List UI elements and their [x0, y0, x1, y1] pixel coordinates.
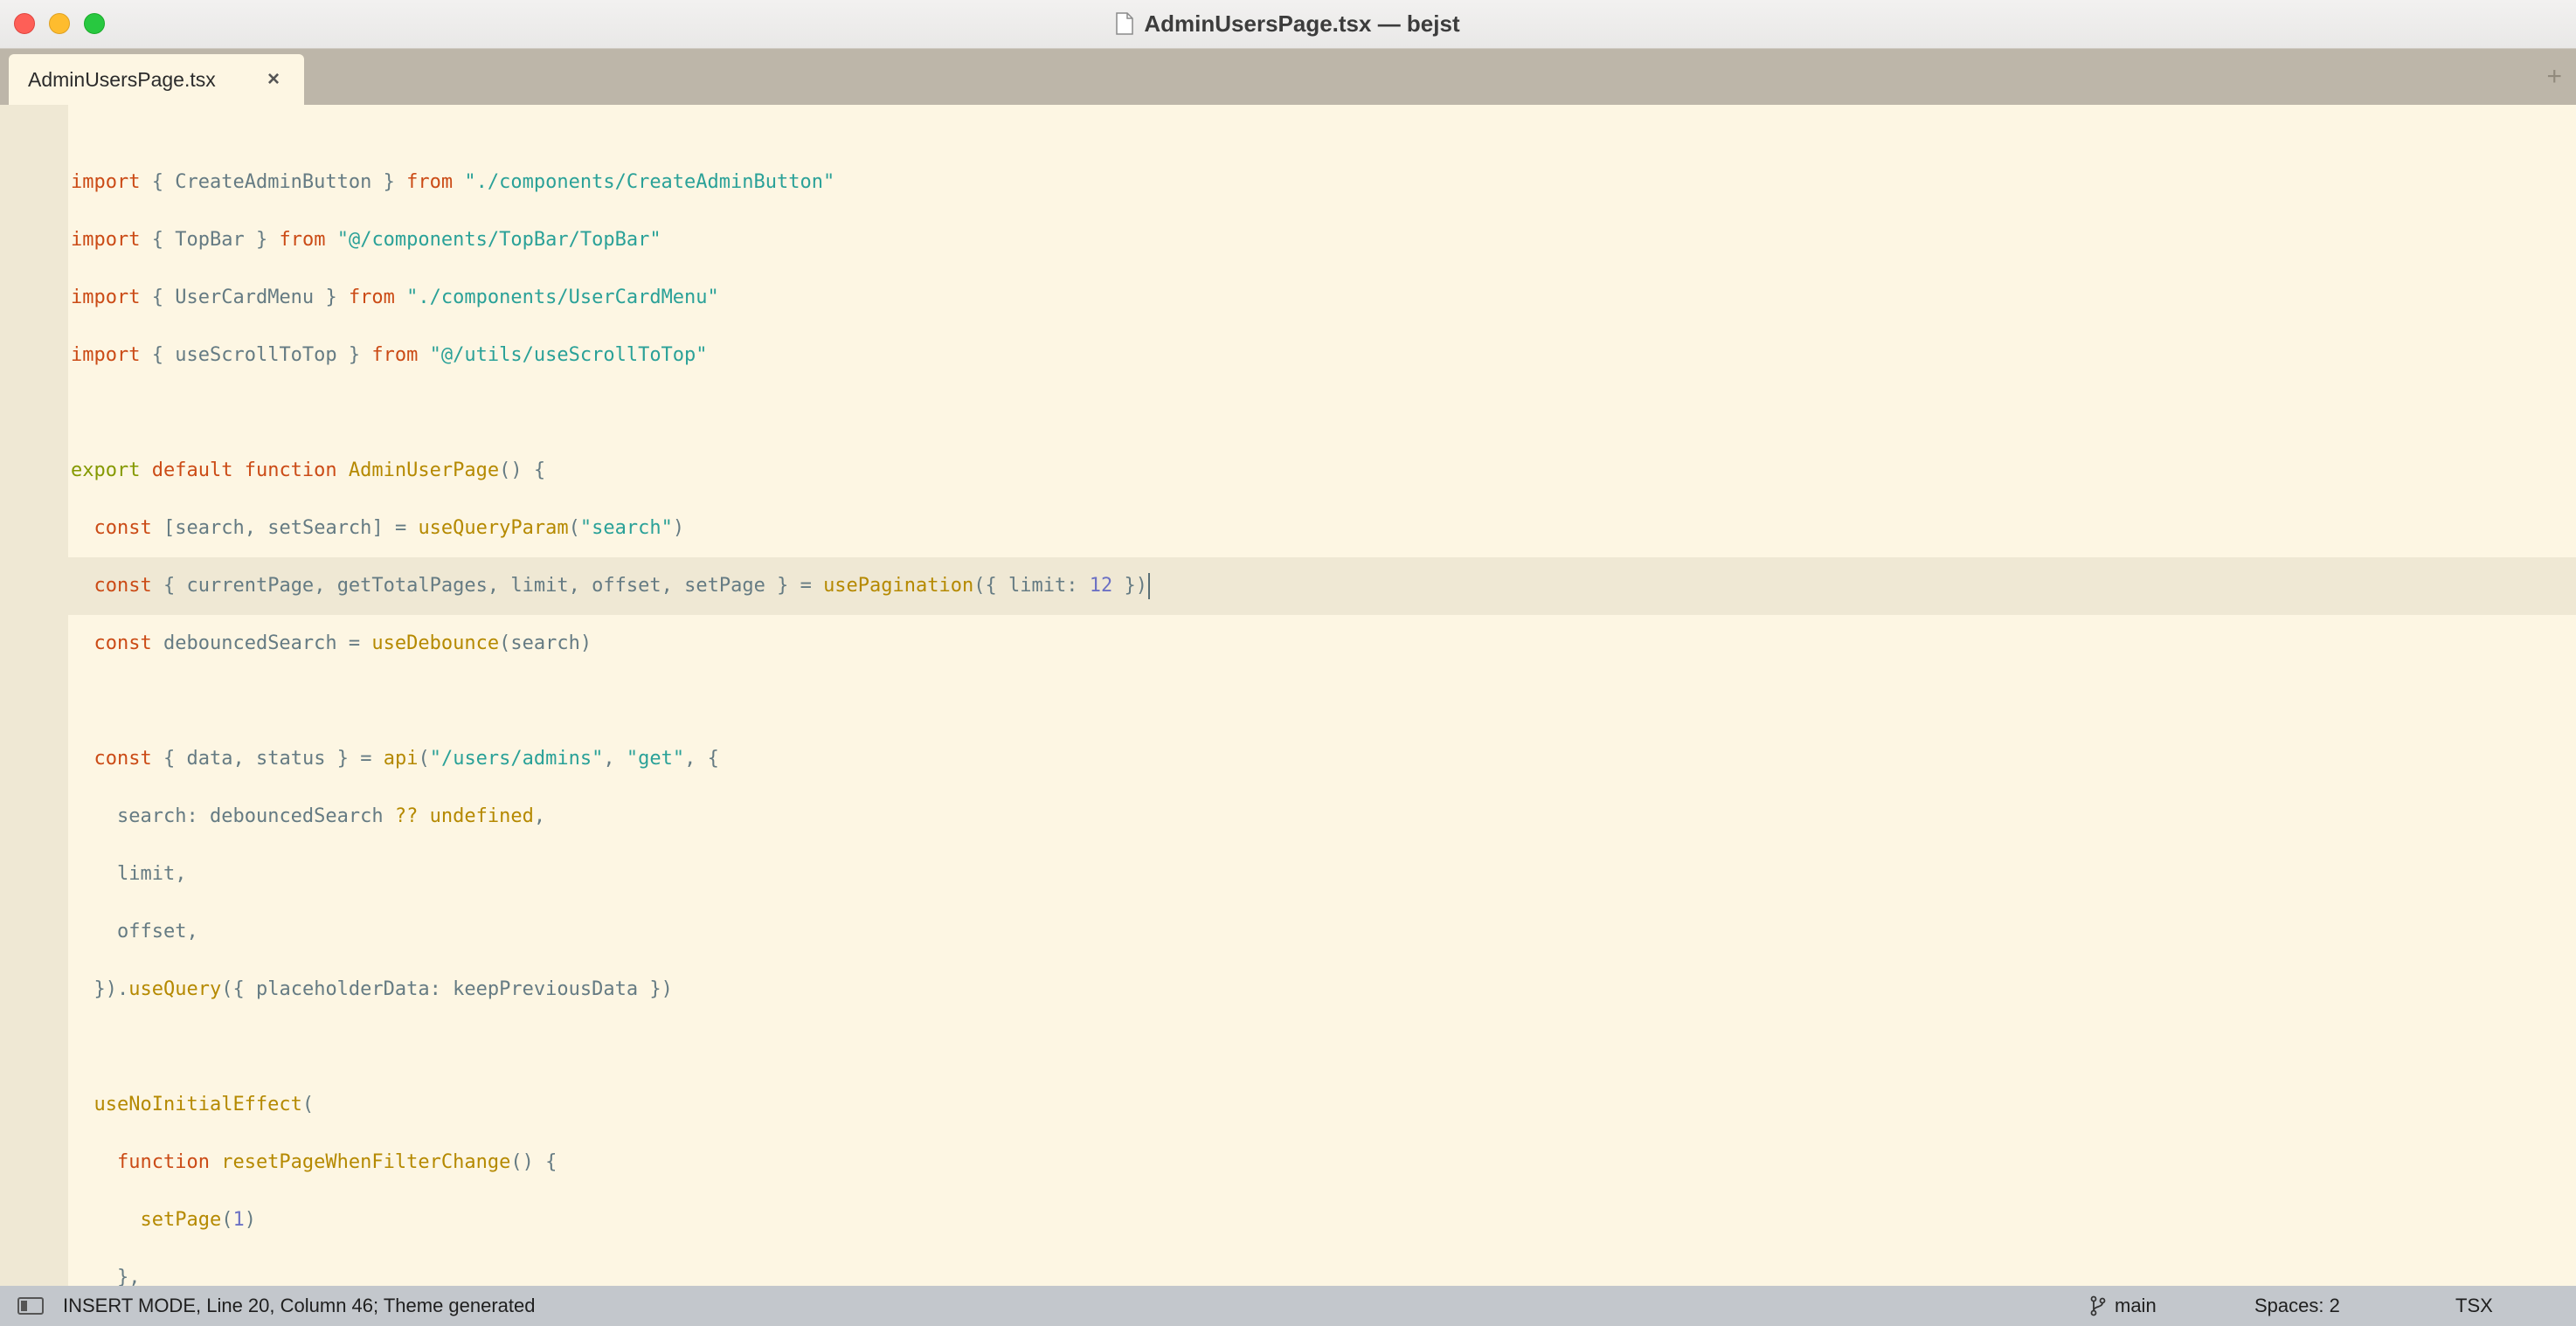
- tab-label: AdminUsersPage.tsx: [28, 68, 216, 91]
- code-line[interactable]: },: [68, 1249, 2576, 1286]
- new-tab-icon[interactable]: +: [2546, 49, 2562, 105]
- code-line[interactable]: const { data, status } = api("/users/adm…: [68, 730, 2576, 788]
- code-line[interactable]: setPage(1): [68, 1191, 2576, 1249]
- code-line[interactable]: export default function AdminUserPage() …: [68, 442, 2576, 500]
- code-line[interactable]: const [search, setSearch] = useQueryPara…: [68, 500, 2576, 557]
- code-editor[interactable]: import { CreateAdminButton } from "./com…: [68, 105, 2576, 1286]
- code-line[interactable]: const debouncedSearch = useDebounce(sear…: [68, 615, 2576, 673]
- code-line[interactable]: [68, 1019, 2576, 1076]
- code-line[interactable]: import { UserCardMenu } from "./componen…: [68, 269, 2576, 327]
- code-line[interactable]: function resetPageWhenFilterChange() {: [68, 1134, 2576, 1191]
- code-line[interactable]: import { CreateAdminButton } from "./com…: [68, 154, 2576, 211]
- syntax-setting[interactable]: TSX: [2455, 1286, 2493, 1326]
- title-bar: AdminUsersPage.tsx — bejst: [0, 0, 2576, 49]
- code-line[interactable]: offset,: [68, 903, 2576, 961]
- branch-label: main: [2115, 1295, 2157, 1316]
- tab-close-icon[interactable]: ×: [267, 54, 280, 105]
- code-line[interactable]: useNoInitialEffect(: [68, 1076, 2576, 1134]
- code-line[interactable]: import { useScrollToTop } from "@/utils/…: [68, 327, 2576, 384]
- tab-bar: AdminUsersPage.tsx ×: [0, 49, 2576, 105]
- code-line[interactable]: search: debouncedSearch ?? undefined,: [68, 788, 2576, 846]
- text-cursor: [1147, 573, 1150, 599]
- indentation-setting[interactable]: Spaces: 2: [2254, 1286, 2340, 1326]
- sidebar-toggle-icon[interactable]: [17, 1297, 44, 1315]
- window-title-area: AdminUsersPage.tsx — bejst: [0, 0, 2576, 47]
- tab-adminuserspage[interactable]: AdminUsersPage.tsx ×: [9, 54, 304, 105]
- document-icon: [1116, 12, 1134, 35]
- code-line[interactable]: import { TopBar } from "@/components/Top…: [68, 211, 2576, 269]
- code-line[interactable]: [68, 105, 2576, 154]
- code-line[interactable]: [68, 384, 2576, 442]
- code-line[interactable]: const { currentPage, getTotalPages, limi…: [68, 557, 2576, 615]
- git-branch[interactable]: main: [2090, 1286, 2157, 1326]
- status-bar: INSERT MODE, Line 20, Column 46; Theme g…: [0, 1286, 2576, 1326]
- line-gutter[interactable]: [0, 105, 68, 1286]
- window-title: AdminUsersPage.tsx — bejst: [1144, 10, 1460, 37]
- code-line[interactable]: }).useQuery({ placeholderData: keepPrevi…: [68, 961, 2576, 1019]
- code-line[interactable]: [68, 673, 2576, 730]
- status-mode: INSERT MODE, Line 20, Column 46; Theme g…: [63, 1295, 536, 1316]
- git-branch-icon: [2090, 1295, 2106, 1316]
- code-line[interactable]: limit,: [68, 846, 2576, 903]
